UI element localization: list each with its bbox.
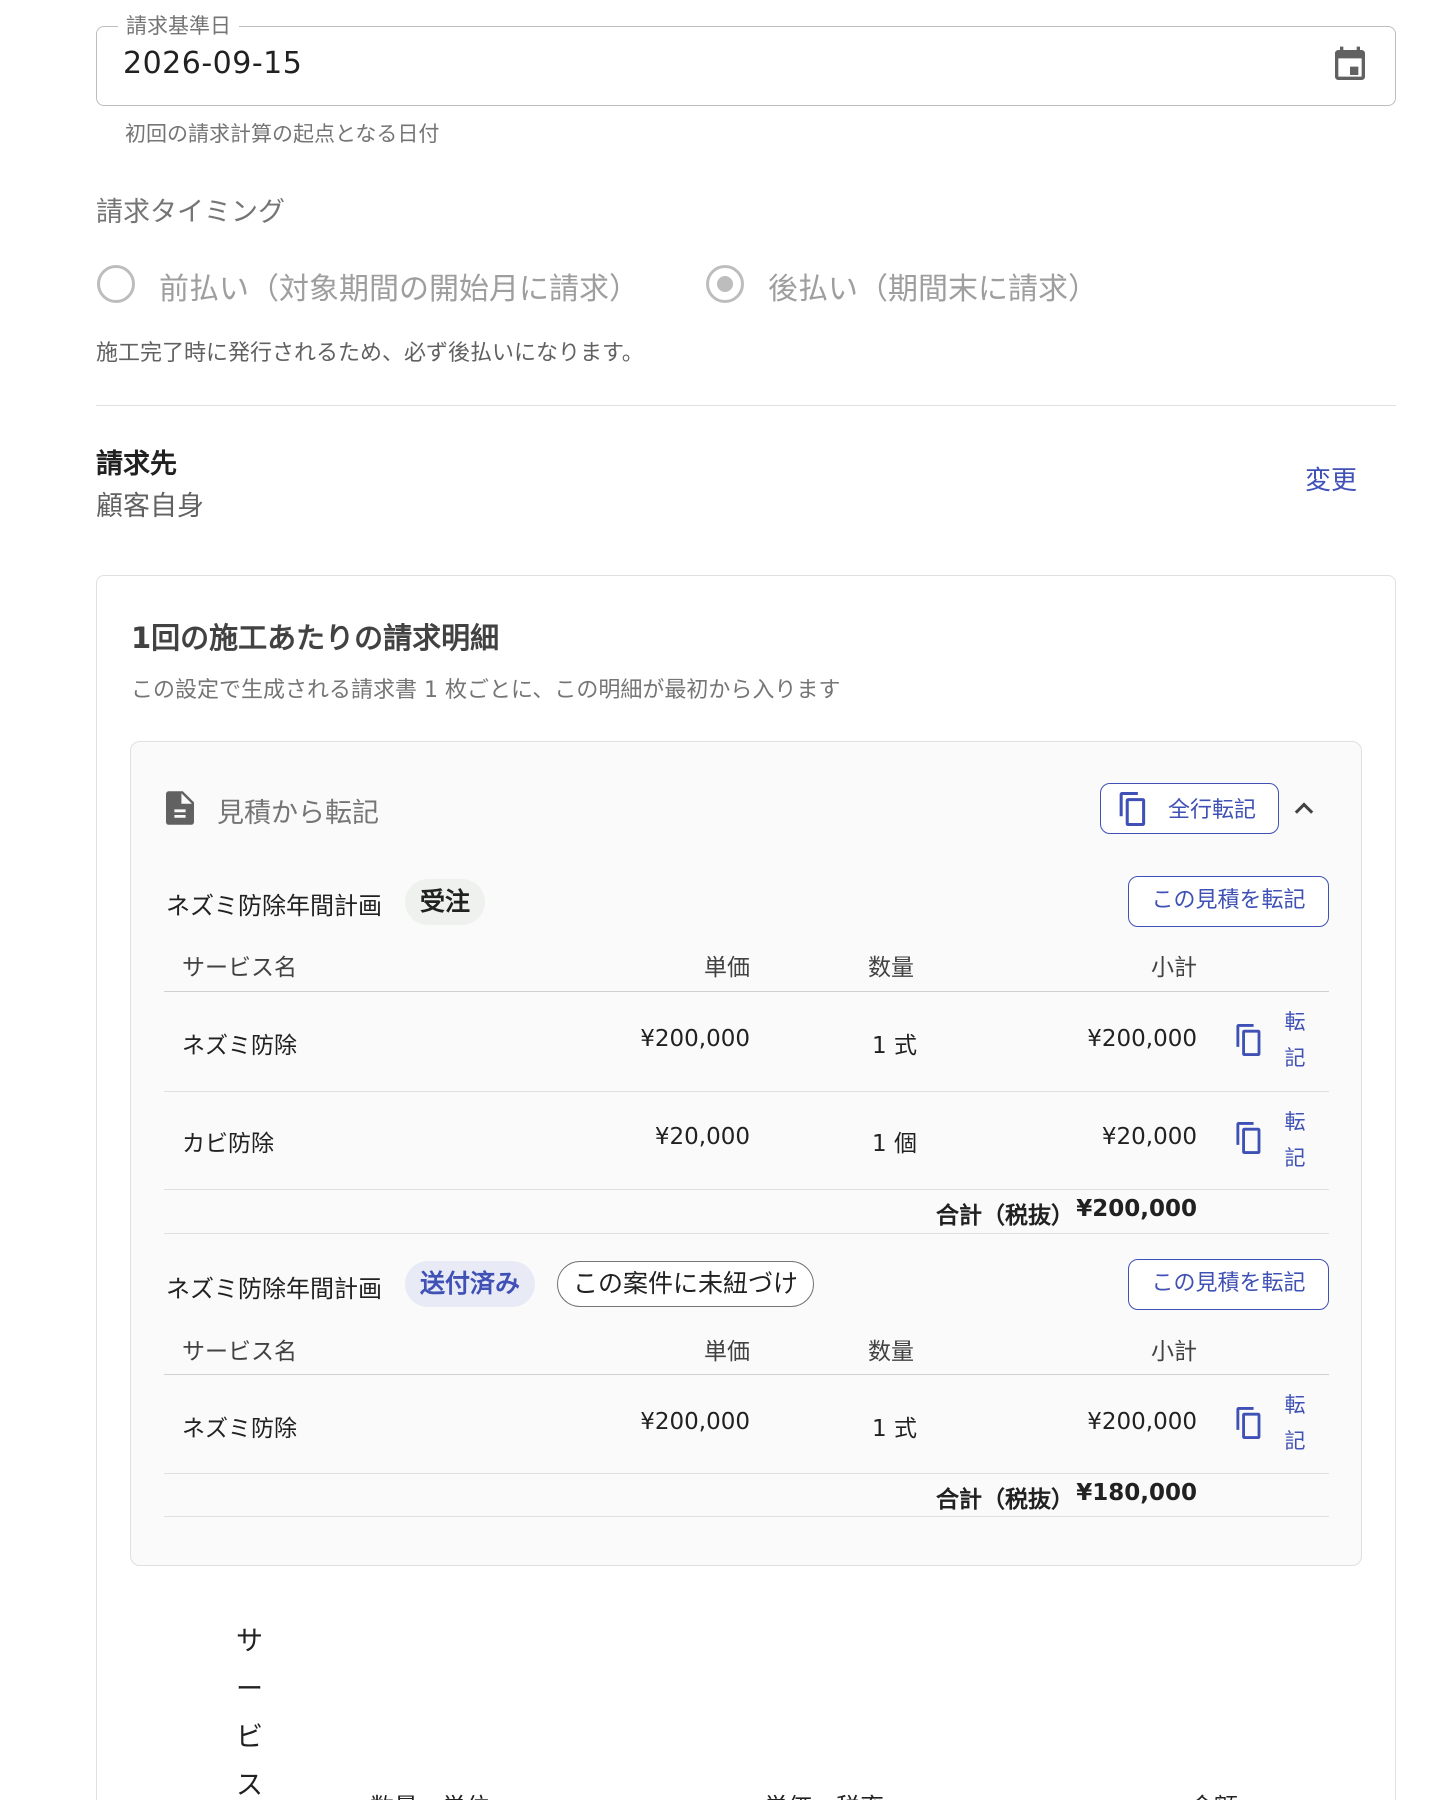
- copy-row-icon[interactable]: [1235, 1407, 1263, 1439]
- row-divider: [164, 1473, 1329, 1474]
- column-header-subtotal: 小計: [1151, 955, 1197, 981]
- row-unit-price: ¥200,000: [640, 1409, 750, 1435]
- table-divider: [164, 1374, 1329, 1375]
- header-char: ビ: [236, 1722, 263, 1753]
- column-header-service: サービス名: [182, 955, 297, 981]
- quote-transfer-panel: [130, 741, 1362, 1566]
- radio-prepay[interactable]: [97, 265, 135, 303]
- row-quantity: 1 式: [872, 1416, 917, 1442]
- total-divider: [164, 1233, 1329, 1234]
- timing-note: 施工完了時に発行されるため、必ず後払いになります。: [96, 341, 644, 366]
- column-header-quantity: 数量: [868, 955, 914, 981]
- section-divider: [96, 405, 1396, 406]
- statement-title: 1回の施工あたりの請求明細: [131, 621, 500, 655]
- status-badge-sent: 送付済み: [405, 1261, 536, 1307]
- header-char: サ: [236, 1626, 263, 1657]
- row-unit-price: ¥20,000: [654, 1124, 750, 1150]
- row-quantity: 1 式: [872, 1033, 917, 1059]
- row-unit-price: ¥200,000: [640, 1026, 750, 1052]
- billing-date-input[interactable]: 2026-09-15: [123, 46, 302, 81]
- bill-to-value: 顧客自身: [96, 491, 204, 522]
- statement-subtitle: この設定で生成される請求書 1 枚ごとに、この明細が最初から入ります: [131, 678, 841, 703]
- column-header-quantity: 数量: [868, 1339, 914, 1365]
- column-header-quantity-unit: 数量・単位: [370, 1787, 490, 1800]
- total-value: ¥200,000: [1076, 1196, 1197, 1222]
- row-divider: [164, 1091, 1329, 1092]
- row-subtotal: ¥200,000: [1087, 1409, 1197, 1435]
- header-char: ー: [236, 1674, 263, 1705]
- column-header-service: サービス名: [182, 1339, 297, 1365]
- header-char: ス: [236, 1770, 263, 1800]
- timing-label: 請求タイミング: [96, 197, 285, 228]
- copy-row-label[interactable]: 転記: [1284, 1004, 1306, 1076]
- copy-icon: [1119, 792, 1146, 826]
- column-header-subtotal: 小計: [1151, 1339, 1197, 1365]
- radio-postpay-selected-dot: [717, 276, 733, 292]
- bill-to-title: 請求先: [96, 449, 177, 480]
- row-quantity: 1 個: [872, 1131, 917, 1157]
- copy-row-label[interactable]: 転記: [1284, 1104, 1306, 1176]
- calendar-icon[interactable]: [1330, 44, 1370, 86]
- row-subtotal: ¥200,000: [1087, 1026, 1197, 1052]
- quote-group-title: ネズミ防除年間計画: [166, 892, 382, 920]
- copy-row-icon[interactable]: [1235, 1024, 1263, 1056]
- quote-panel-title: 見積から転記: [217, 798, 379, 829]
- column-header-unit-price: 単価: [704, 1339, 750, 1365]
- billing-date-helper: 初回の請求計算の起点となる日付: [125, 122, 440, 146]
- billing-date-label: 請求基準日: [118, 10, 239, 40]
- bill-to-change-link[interactable]: 変更: [1305, 460, 1357, 497]
- row-subtotal: ¥20,000: [1101, 1124, 1197, 1150]
- total-value: ¥180,000: [1076, 1480, 1197, 1506]
- copy-row-label[interactable]: 転記: [1284, 1387, 1306, 1459]
- copy-quote-button[interactable]: この見積を転記: [1128, 1259, 1329, 1310]
- copy-quote-button[interactable]: この見積を転記: [1128, 876, 1329, 927]
- row-service: ネズミ防除: [182, 1416, 297, 1442]
- quote-group-title: ネズミ防除年間計画: [166, 1275, 382, 1303]
- column-header-service-vertical: サ ー ビ ス: [236, 1618, 263, 1800]
- total-divider: [164, 1516, 1329, 1517]
- document-icon: [166, 791, 194, 825]
- table-divider: [164, 991, 1329, 992]
- copy-row-icon[interactable]: [1235, 1122, 1263, 1154]
- radio-postpay-label[interactable]: 後払い（期間末に請求）: [768, 264, 1098, 308]
- column-header-price-tax: 単価・税率: [764, 1787, 884, 1800]
- column-header-amount: 金額: [1190, 1787, 1238, 1800]
- chevron-up-icon[interactable]: [1290, 794, 1318, 822]
- unlinked-badge: この案件に未紐づけ: [557, 1261, 815, 1307]
- copy-all-rows-label: 全行転記: [1168, 798, 1257, 823]
- column-header-unit-price: 単価: [704, 955, 750, 981]
- row-divider: [164, 1189, 1329, 1190]
- radio-prepay-label[interactable]: 前払い（対象期間の開始月に請求）: [159, 264, 639, 308]
- status-badge-ordered: 受注: [405, 879, 486, 925]
- row-service: ネズミ防除: [182, 1033, 297, 1059]
- row-service: カビ防除: [182, 1131, 274, 1157]
